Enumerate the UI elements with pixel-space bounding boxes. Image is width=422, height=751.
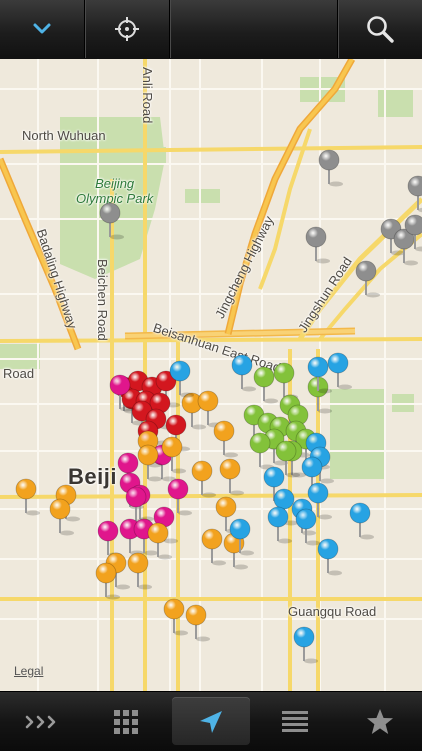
list-icon (282, 710, 308, 732)
search-button[interactable] (338, 0, 422, 58)
search-icon (367, 16, 394, 43)
map-pin-gray[interactable] (99, 202, 124, 240)
map-pin-blue[interactable] (349, 502, 374, 540)
tab-location[interactable] (169, 692, 253, 751)
more-icon (25, 715, 56, 728)
map-pin-blue[interactable] (295, 508, 320, 546)
star-icon (367, 708, 393, 734)
collapse-button[interactable] (0, 0, 84, 58)
map-pin-orange[interactable] (127, 552, 152, 590)
map-pin-orange[interactable] (197, 390, 222, 428)
map-pin-blue[interactable] (317, 538, 342, 576)
tab-favorites[interactable] (338, 692, 422, 751)
map-pin-orange[interactable] (201, 528, 226, 566)
map-pin-orange[interactable] (219, 458, 244, 496)
map-view[interactable]: North Wuhuan Anli Road Beijing Olympic P… (0, 59, 422, 691)
map-pin-blue[interactable] (293, 626, 318, 664)
chevron-down-icon (33, 23, 51, 34)
map-pin-blue[interactable] (231, 354, 256, 392)
location-arrow-icon (200, 710, 222, 733)
map-pin-orange[interactable] (191, 460, 216, 498)
locate-button[interactable] (85, 0, 169, 58)
map-pin-orange[interactable] (163, 598, 188, 636)
map-pin-orange[interactable] (185, 604, 210, 642)
grid-icon (114, 709, 138, 734)
map-pin-gray[interactable] (305, 226, 330, 264)
map-pin-gray[interactable] (407, 175, 422, 213)
map-pin-blue[interactable] (327, 352, 352, 390)
map-pin-orange[interactable] (213, 420, 238, 458)
tab-more[interactable] (0, 692, 84, 751)
tab-grid[interactable] (84, 692, 168, 751)
crosshair-icon (115, 17, 139, 41)
map-pin-gray[interactable] (318, 149, 343, 187)
map-pin-orange[interactable] (15, 478, 40, 516)
top-toolbar (0, 0, 422, 60)
map-pin-gray[interactable] (355, 260, 380, 298)
pins-layer (15, 149, 422, 664)
map-pin-green[interactable] (307, 376, 332, 414)
map-pin-magenta[interactable] (97, 520, 122, 558)
tab-list[interactable] (253, 692, 337, 751)
bottom-tab-bar (0, 691, 422, 751)
map-pin-green[interactable] (273, 362, 298, 400)
